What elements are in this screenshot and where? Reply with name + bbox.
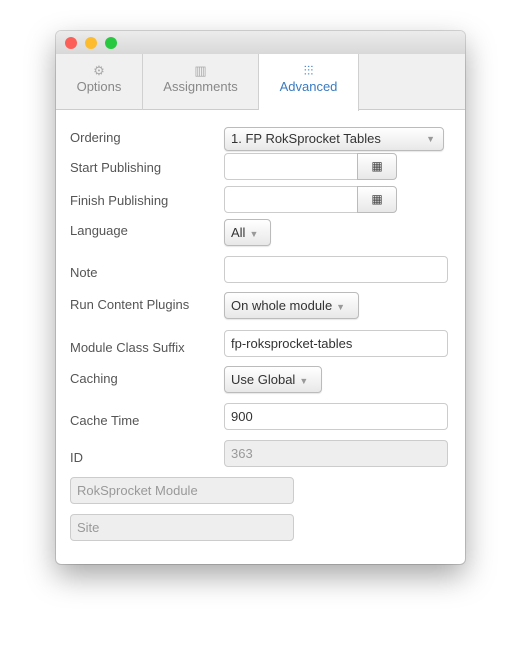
module-window: ⚙ Options ▥ Assignments ⫶⫶⫶ Advanced Orderi… <box>56 31 465 564</box>
run-plugins-label: Run Content Plugins <box>70 297 190 312</box>
language-label: Language <box>70 223 128 238</box>
run-plugins-select[interactable]: On whole module ▼ <box>224 292 359 319</box>
caching-select[interactable]: Use Global ▼ <box>224 366 322 393</box>
note-label: Note <box>70 265 98 280</box>
ordering-select[interactable]: 1. FP RokSprocket Tables ▼ <box>224 127 444 151</box>
class-suffix-label: Module Class Suffix <box>70 340 185 355</box>
minimize-button[interactable] <box>85 37 97 49</box>
tab-assignments[interactable]: ▥ Assignments <box>143 54 259 110</box>
ordering-label: Ordering <box>70 130 121 145</box>
id-label: ID <box>70 450 83 465</box>
title-bar <box>56 31 465 54</box>
tab-options[interactable]: ⚙ Options <box>56 54 143 110</box>
start-publishing-label: Start Publishing <box>70 160 162 175</box>
chevron-down-icon: ▼ <box>426 134 435 144</box>
gear-icon: ⚙ <box>93 63 105 78</box>
close-button[interactable] <box>65 37 77 49</box>
language-select[interactable]: All ▼ <box>224 219 271 246</box>
tab-label: Options <box>76 79 122 94</box>
client-field: Site <box>70 514 294 541</box>
chevron-down-icon: ▼ <box>299 376 309 386</box>
cache-time-input[interactable]: 900 <box>224 403 448 430</box>
zoom-button[interactable] <box>105 37 117 49</box>
tab-bar: ⚙ Options ▥ Assignments ⫶⫶⫶ Advanced <box>56 54 465 111</box>
tab-label: Assignments <box>163 79 238 94</box>
calendar-icon: ▦ <box>371 159 383 173</box>
id-input: 363 <box>224 440 448 467</box>
finish-publishing-input[interactable] <box>224 186 358 213</box>
calendar-button[interactable]: ▦ <box>357 186 397 213</box>
sliders-icon: ⫶⫶⫶ <box>303 63 314 78</box>
caching-label: Caching <box>70 371 118 386</box>
note-input[interactable] <box>224 256 448 283</box>
tab-label: Advanced <box>279 79 338 94</box>
cache-time-label: Cache Time <box>70 413 140 428</box>
layout-icon: ▥ <box>194 63 207 78</box>
finish-publishing-label: Finish Publishing <box>70 193 169 208</box>
tab-advanced[interactable]: ⫶⫶⫶ Advanced <box>259 54 359 111</box>
caching-value: Use Global <box>231 372 296 387</box>
ordering-value: 1. FP RokSprocket Tables <box>231 131 381 146</box>
run-plugins-value: On whole module <box>231 298 333 313</box>
class-suffix-input[interactable]: fp-roksprocket-tables <box>224 330 448 357</box>
calendar-icon: ▦ <box>371 192 383 206</box>
start-publishing-input[interactable] <box>224 153 358 180</box>
module-type-field: RokSprocket Module <box>70 477 294 504</box>
chevron-down-icon: ▼ <box>249 229 259 239</box>
language-value: All <box>231 225 246 240</box>
calendar-button[interactable]: ▦ <box>357 153 397 180</box>
chevron-down-icon: ▼ <box>336 302 346 312</box>
